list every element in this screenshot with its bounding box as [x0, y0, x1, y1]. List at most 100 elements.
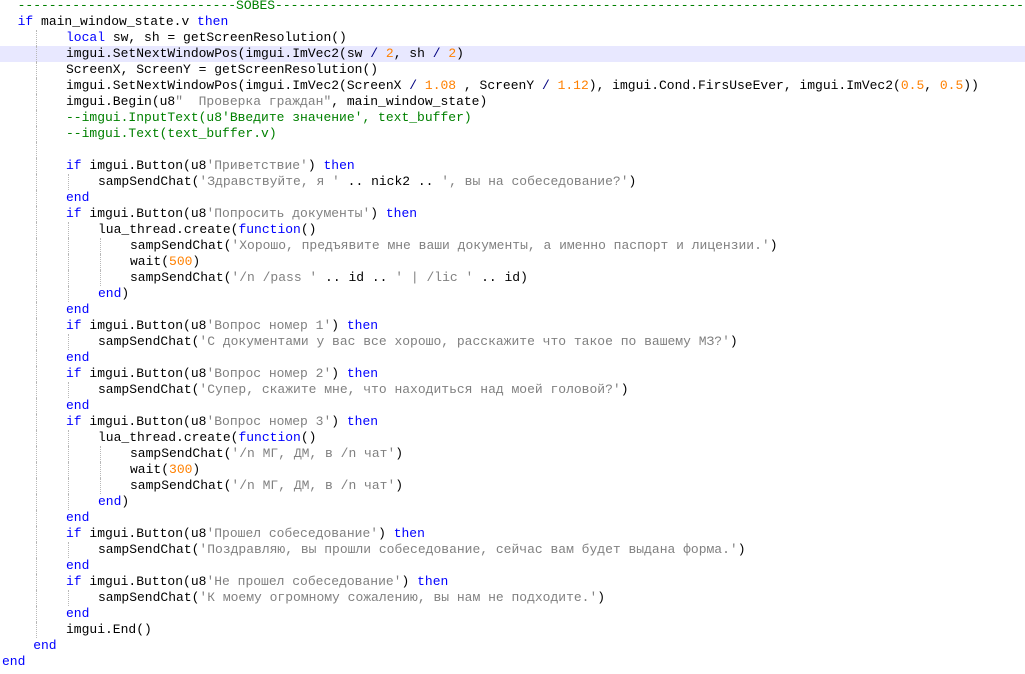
code-text: imgui.Begin(u8" Проверка граждан", main_… — [66, 94, 487, 110]
indent-guide — [36, 238, 37, 254]
indent-guide — [36, 158, 37, 174]
code-token: if — [66, 158, 82, 173]
code-token: 'Вопрос номер 2' — [206, 366, 332, 381]
code-token: 'Здравствуйте, я ' — [199, 174, 340, 189]
indent-guide — [36, 526, 37, 542]
code-line[interactable]: imgui.SetNextWindowPos(imgui.ImVec2(Scre… — [0, 78, 1025, 94]
code-token: then — [197, 14, 229, 29]
indent-guide — [100, 446, 101, 462]
code-line[interactable]: wait(300) — [0, 462, 1025, 478]
code-token: 'Хорошо, предъявите мне ваши документы, … — [231, 238, 770, 253]
code-line[interactable]: end — [0, 510, 1025, 526]
code-editor[interactable]: ----------------------------SOBES-------… — [0, 0, 1025, 674]
code-line[interactable]: --imgui.InputText(u8'Введите значение', … — [0, 110, 1025, 126]
code-text: sampSendChat('Хорошо, предъявите мне ваш… — [130, 238, 778, 254]
code-line[interactable]: end) — [0, 286, 1025, 302]
code-token: end — [98, 494, 122, 509]
code-line[interactable]: wait(500) — [0, 254, 1025, 270]
code-line[interactable] — [0, 142, 1025, 158]
code-line[interactable]: end — [0, 638, 1025, 654]
code-token: 0.5 — [900, 78, 925, 93]
indent-guide — [68, 222, 69, 238]
code-token: --imgui.Text(text_buffer.v) — [66, 126, 277, 141]
code-text: if imgui.Button(u8'Вопрос номер 1') then — [66, 318, 378, 334]
indent-guide — [36, 94, 37, 110]
code-token: imgui.Button(u8 — [81, 206, 207, 221]
code-line[interactable]: sampSendChat('Хорошо, предъявите мне ваш… — [0, 238, 1025, 254]
code-line[interactable]: if imgui.Button(u8'Вопрос номер 3') then — [0, 414, 1025, 430]
code-token: 'К моему огромному сожалению, вы нам не … — [199, 590, 598, 605]
code-line[interactable]: --imgui.Text(text_buffer.v) — [0, 126, 1025, 142]
code-token: end — [66, 350, 90, 365]
code-line[interactable]: end — [0, 654, 1025, 670]
code-token: end — [66, 606, 90, 621]
indent-guide — [36, 78, 37, 94]
code-line[interactable]: if imgui.Button(u8'Вопрос номер 2') then — [0, 366, 1025, 382]
code-token: 'Попросить документы' — [206, 206, 371, 221]
code-line[interactable]: ScreenX, ScreenY = getScreenResolution() — [0, 62, 1025, 78]
code-token: ) — [395, 478, 404, 493]
code-text: sampSendChat('/n МГ, ДМ, в /n чат') — [130, 446, 403, 462]
code-text: imgui.SetNextWindowPos(imgui.ImVec2(Scre… — [66, 78, 979, 94]
code-token: )) — [963, 78, 979, 93]
code-line[interactable]: end — [0, 558, 1025, 574]
code-text: if imgui.Button(u8'Приветствие') then — [66, 158, 355, 174]
indent-guide — [100, 270, 101, 286]
code-line[interactable]: sampSendChat('Супер, скажите мне, что на… — [0, 382, 1025, 398]
code-token: 1.08 — [424, 78, 457, 93]
code-line[interactable]: end — [0, 606, 1025, 622]
code-line[interactable]: if imgui.Button(u8'Приветствие') then — [0, 158, 1025, 174]
code-token: imgui.Button(u8 — [81, 574, 207, 589]
code-line[interactable]: sampSendChat('Поздравляю, вы прошли собе… — [0, 542, 1025, 558]
code-token: imgui.SetNextWindowPos(imgui.ImVec2(sw — [66, 46, 371, 61]
code-line[interactable]: end — [0, 398, 1025, 414]
code-line[interactable]: lua_thread.create(function() — [0, 222, 1025, 238]
code-line[interactable]: if imgui.Button(u8'Не прошел собеседован… — [0, 574, 1025, 590]
code-text: end — [66, 510, 89, 526]
code-line[interactable]: imgui.SetNextWindowPos(imgui.ImVec2(sw /… — [0, 46, 1025, 62]
code-token: lua_thread.create( — [98, 222, 239, 237]
code-line[interactable]: if imgui.Button(u8'Прошел собеседование'… — [0, 526, 1025, 542]
code-text: end — [66, 398, 89, 414]
code-line[interactable]: if main_window_state.v then — [0, 14, 1025, 30]
indent-guide — [68, 382, 69, 398]
code-token: / — [432, 46, 441, 61]
code-token: .. id .. — [317, 270, 396, 285]
code-line[interactable]: if imgui.Button(u8'Попросить документы')… — [0, 206, 1025, 222]
code-token: local — [66, 30, 106, 45]
code-token: sampSendChat( — [130, 270, 232, 285]
code-line[interactable]: sampSendChat('Здравствуйте, я ' .. nick2… — [0, 174, 1025, 190]
code-line[interactable]: end) — [0, 494, 1025, 510]
code-line[interactable]: imgui.Begin(u8" Проверка граждан", main_… — [0, 94, 1025, 110]
code-line[interactable]: imgui.End() — [0, 622, 1025, 638]
code-line[interactable]: end — [0, 190, 1025, 206]
code-token: .. nick2 .. — [339, 174, 442, 189]
code-token: end — [2, 638, 57, 653]
code-text: end — [66, 302, 89, 318]
code-token: () — [300, 222, 317, 237]
code-token: 'Супер, скажите мне, что находиться над … — [199, 382, 621, 397]
code-token: imgui.Button(u8 — [81, 366, 207, 381]
indent-guide — [36, 334, 37, 350]
code-token: ----------------------------SOBES-------… — [2, 0, 1024, 13]
code-line[interactable]: end — [0, 350, 1025, 366]
code-token: 2 — [448, 46, 457, 61]
code-token: ) — [307, 158, 324, 173]
code-line[interactable]: end — [0, 302, 1025, 318]
code-line[interactable]: sampSendChat('К моему огромному сожалени… — [0, 590, 1025, 606]
code-line[interactable]: sampSendChat('С документами у вас все хо… — [0, 334, 1025, 350]
code-line[interactable]: lua_thread.create(function() — [0, 430, 1025, 446]
code-line[interactable]: if imgui.Button(u8'Вопрос номер 1') then — [0, 318, 1025, 334]
code-token: 'С документами у вас все хорошо, расскаж… — [199, 334, 730, 349]
code-line[interactable]: sampSendChat('/n МГ, ДМ, в /n чат') — [0, 478, 1025, 494]
code-text: ScreenX, ScreenY = getScreenResolution() — [66, 62, 378, 78]
code-token: ) — [401, 574, 418, 589]
code-token: ) — [769, 238, 778, 253]
code-line[interactable]: sampSendChat('/n МГ, ДМ, в /n чат') — [0, 446, 1025, 462]
code-line[interactable]: local sw, sh = getScreenResolution() — [0, 30, 1025, 46]
code-line[interactable]: ----------------------------SOBES-------… — [0, 0, 1025, 14]
code-text: sampSendChat('Супер, скажите мне, что на… — [98, 382, 629, 398]
code-line[interactable]: sampSendChat('/n /pass ' .. id .. ' | /l… — [0, 270, 1025, 286]
